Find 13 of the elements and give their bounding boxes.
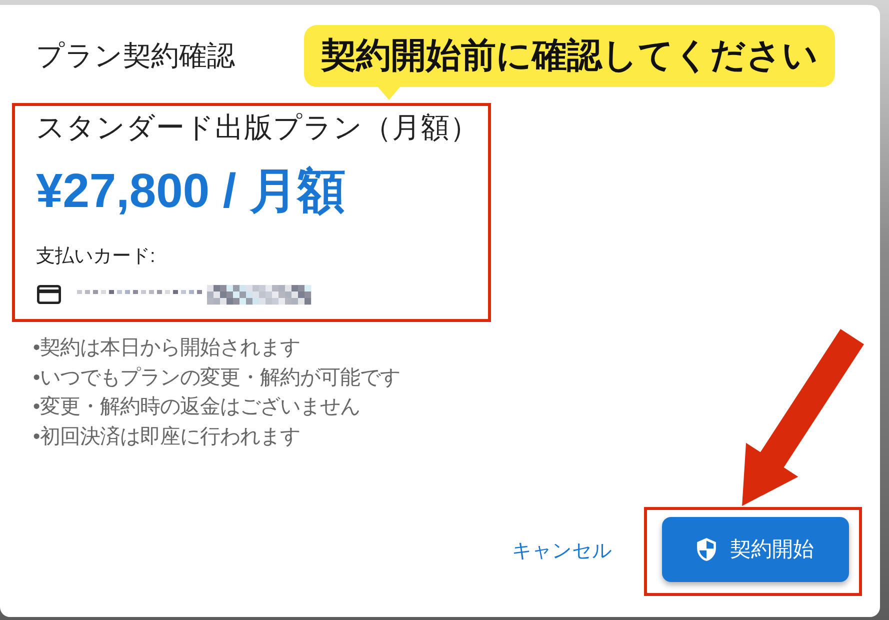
note-text: •契約は本日から開始されます xyxy=(33,336,300,361)
payment-card-label: 支払いカード: xyxy=(36,245,156,269)
cancel-button[interactable]: キャンセル xyxy=(504,532,620,570)
plan-name: スタンダード出版プラン（月額） xyxy=(36,111,479,145)
submit-button[interactable]: 契約開始 xyxy=(662,517,849,582)
note-text: •いつでもプランの変更・解約が可能です xyxy=(33,366,400,390)
shield-icon xyxy=(697,538,716,561)
callout-bubble: 契約開始前に確認してください xyxy=(304,25,835,100)
dialog-title: プラン契約確認 xyxy=(36,39,235,73)
credit-card-icon xyxy=(37,284,61,304)
note-text: •変更・解約時の返金はございません xyxy=(33,394,360,420)
note-text: •初回決済は即座に行われます xyxy=(33,424,300,450)
plan-price: ¥27,800 / 月額 xyxy=(36,164,346,220)
